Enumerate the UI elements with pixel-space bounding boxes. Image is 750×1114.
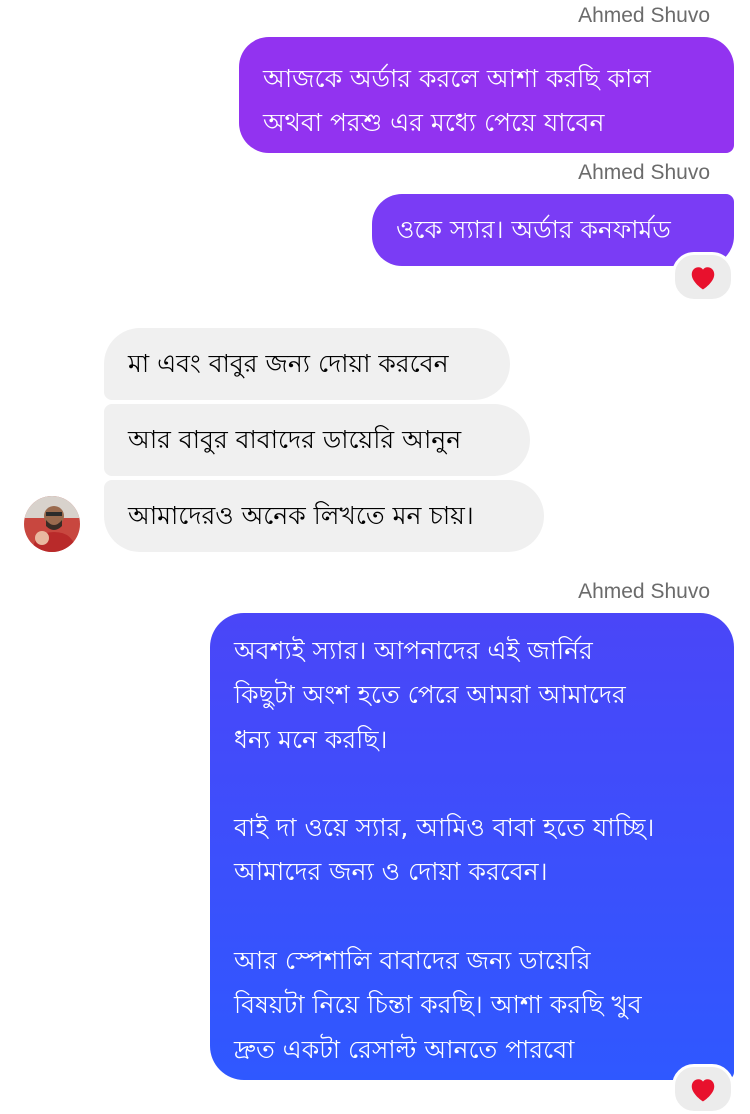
avatar[interactable] (24, 496, 80, 552)
sender-name: Ahmed Shuvo (578, 4, 710, 27)
sender-name: Ahmed Shuvo (578, 161, 710, 184)
incoming-message[interactable]: আর বাবুর বাবাদের ডায়েরি আনুন (104, 404, 530, 476)
incoming-message[interactable]: মা এবং বাবুর জন্য দোয়া করবেন (104, 328, 510, 400)
outgoing-message[interactable]: ওকে স্যার। অর্ডার কনফার্মড (372, 194, 734, 266)
heart-icon (691, 1079, 715, 1102)
outgoing-message[interactable]: আজকে অর্ডার করলে আশা করছি কাল অথবা পরশু … (239, 37, 734, 153)
avatar-photo (24, 496, 80, 552)
reaction-badge[interactable] (672, 1064, 734, 1114)
incoming-message[interactable]: আমাদেরও অনেক লিখতে মন চায়। (104, 480, 544, 552)
outgoing-message[interactable]: অবশ্যই স্যার। আপনাদের এই জার্নির কিছুটা … (210, 613, 734, 1080)
reaction-badge[interactable] (672, 252, 734, 302)
sender-name: Ahmed Shuvo (578, 580, 710, 603)
heart-icon (691, 267, 715, 290)
